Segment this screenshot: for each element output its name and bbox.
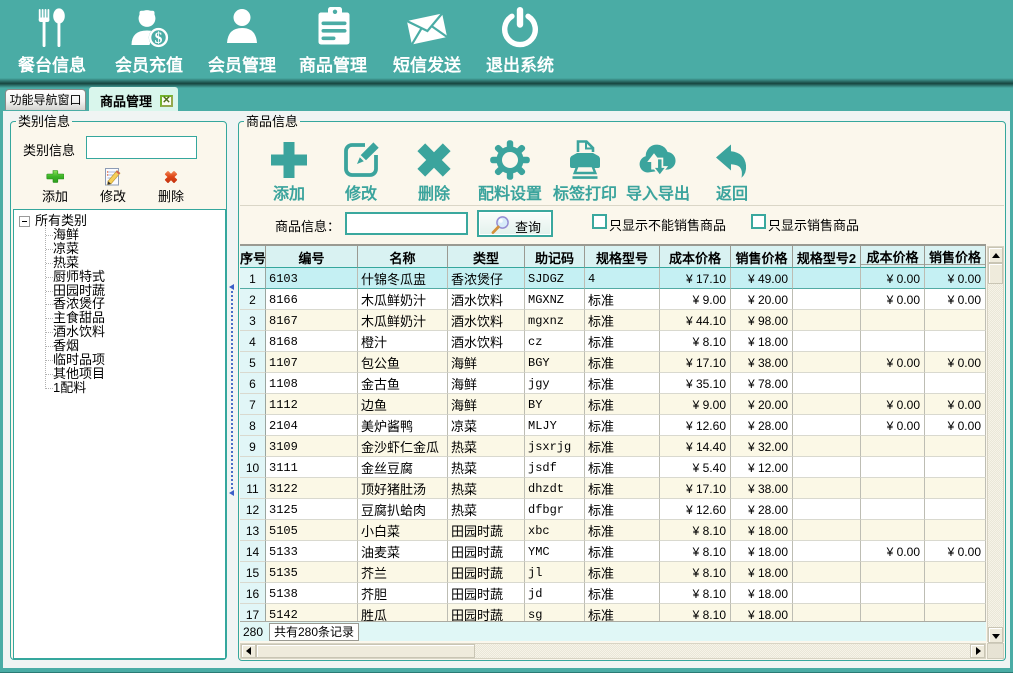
svg-text:$: $ bbox=[155, 30, 163, 47]
